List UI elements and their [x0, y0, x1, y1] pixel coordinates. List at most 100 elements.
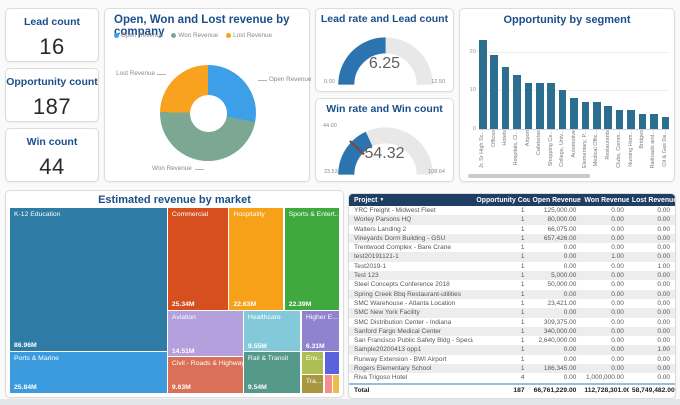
bar[interactable] — [547, 83, 555, 130]
table-row[interactable]: SMC Warehouse - Atlanta Location123,421.… — [349, 299, 675, 308]
table-cell: 0.00 — [581, 262, 629, 271]
lead-count-card[interactable]: Lead count 16 — [5, 8, 99, 62]
treemap-block[interactable]: Sports & Entert...22.39M — [285, 208, 339, 310]
treemap-block[interactable] — [325, 352, 339, 373]
treemap-block-value: 22.39M — [289, 301, 312, 308]
column-header[interactable]: Won Revenue — [581, 194, 629, 206]
table-cell: 2,640,000.00 — [530, 336, 582, 345]
treemap-block[interactable]: Higher E...6.31M — [302, 311, 339, 352]
table-row[interactable]: Runway Extension - BWI Airport10.000.000… — [349, 355, 675, 364]
bar-x-axis-labels: Jr, Sr High Sc...OfficesHotelsHospitals,… — [479, 130, 669, 175]
legend-item-lost-revenue[interactable]: Lost Revenue — [226, 32, 272, 39]
bar[interactable] — [559, 90, 567, 129]
treemap-block[interactable]: Ports & Marine25.84M — [10, 352, 167, 393]
table-row[interactable]: Rogers Elementary School1186,345.000.000… — [349, 364, 675, 373]
bar-chart-hscrollbar[interactable] — [468, 174, 590, 178]
bar[interactable] — [662, 117, 670, 129]
x-axis-label: Hotels — [502, 130, 509, 146]
treemap-block-value: 9.63M — [172, 384, 191, 391]
x-axis-label-cell: Elementary, P... — [582, 130, 590, 175]
table-cell: 0.00 — [581, 234, 629, 243]
table-cell: 1 — [473, 252, 529, 261]
opportunity-count-card[interactable]: Opportunity count 187 — [5, 68, 99, 122]
treemap-block[interactable]: Hospitality22.63M — [229, 208, 283, 310]
bars — [479, 36, 669, 129]
legend-item-open-revenue[interactable]: Open Revenue — [114, 32, 163, 39]
table-cell: 0.00 — [629, 225, 675, 234]
table-cell: 0.00 — [581, 243, 629, 252]
bar[interactable] — [582, 102, 590, 129]
powerbi-dashboard: Lead count 16 Opportunity count 187 Win … — [0, 0, 680, 405]
table-row[interactable]: Worley Parsons HQ180,000.000.000.00 — [349, 215, 675, 224]
table-cell: 1 — [473, 318, 529, 327]
bar[interactable] — [479, 40, 487, 129]
table-cell: 0.00 — [629, 327, 675, 336]
table-row[interactable]: Steel Concepts Conference 2018150,000.00… — [349, 280, 675, 289]
table-row[interactable]: San Francisco Public Safety Bldg - Speci… — [349, 336, 675, 345]
win-count-card[interactable]: Win count 44 — [5, 128, 99, 182]
table-row[interactable]: Sanford Fargo Medical Center1340,000.000… — [349, 327, 675, 336]
bar[interactable] — [616, 110, 624, 129]
bar[interactable] — [593, 102, 601, 129]
project-table-footer: Total18766,761,229.00112,728,301.0058,74… — [349, 384, 675, 395]
table-cell: 1 — [473, 308, 529, 317]
column-header[interactable]: Opportunity Count — [473, 194, 529, 206]
bar[interactable] — [570, 98, 578, 129]
x-axis-label: Hospitals, Cl... — [513, 130, 520, 165]
treemap-block[interactable]: Civil - Roads & Highway9.63M — [168, 357, 243, 393]
bar[interactable] — [525, 83, 533, 130]
table-cell: SMC Distribution Center - Indiana — [349, 318, 473, 327]
treemap-block[interactable]: Aviation14.51M — [168, 311, 243, 357]
column-header[interactable]: Lost Revenue — [629, 194, 675, 206]
donut-chart[interactable] — [160, 65, 256, 161]
treemap-block-value: 86.96M — [14, 342, 37, 349]
x-axis-label: Bridges — [639, 130, 646, 149]
table-cell: 309,375.00 — [530, 318, 582, 327]
table-row[interactable]: Walters Landing 2166,075.000.000.00 — [349, 225, 675, 234]
table-row[interactable]: Vineyards Dorm Building - GSU1657,426.00… — [349, 234, 675, 243]
treemap-block[interactable] — [333, 375, 339, 394]
table-row[interactable]: test20191121-110.001.000.00 — [349, 252, 675, 261]
bar[interactable] — [536, 83, 544, 130]
table-cell: 1.00 — [629, 262, 675, 271]
treemap-block[interactable] — [325, 375, 333, 394]
win-gauge-min: 23.53 — [324, 169, 338, 175]
table-row[interactable]: Riva Trigoso Hotel40.001,000,000.000.00 — [349, 373, 675, 383]
bar[interactable] — [627, 110, 635, 129]
treemap-block[interactable]: Env... — [302, 352, 323, 373]
table-cell: 0.00 — [530, 252, 582, 261]
bar[interactable] — [513, 75, 521, 129]
bar[interactable] — [490, 55, 498, 129]
treemap-block[interactable]: K-12 Education86.96M — [10, 208, 167, 351]
bar[interactable] — [650, 114, 658, 130]
table-row[interactable]: Spring Creek Bbq Restaurant-utilities10.… — [349, 290, 675, 299]
bar-plot-area: 01020 — [479, 36, 669, 129]
treemap-block[interactable]: Rail & Transit9.54M — [244, 352, 301, 393]
table-cell: 1.00 — [581, 252, 629, 261]
table-row[interactable]: Sample20200413 opp110.000.001.00 — [349, 345, 675, 354]
table-row[interactable]: YRC Freight - Midwest Fleet1125,000.000.… — [349, 206, 675, 215]
treemap-block[interactable]: Tra... — [302, 375, 323, 394]
table-row[interactable]: Test 12315,000.000.000.00 — [349, 271, 675, 280]
column-header[interactable]: Open Revenue — [530, 194, 582, 206]
table-cell: 657,426.00 — [530, 234, 582, 243]
legend-item-won-revenue[interactable]: Won Revenue — [171, 32, 218, 39]
table-cell: 0.00 — [629, 373, 675, 383]
table-row[interactable]: Trentwood Complex - Bare Crane10.000.000… — [349, 243, 675, 252]
table-row[interactable]: SMC Distribution Center - Indiana1309,37… — [349, 318, 675, 327]
table-row[interactable]: Test2019-110.000.001.00 — [349, 262, 675, 271]
column-header[interactable]: Project▼ — [349, 194, 473, 206]
x-axis-label-cell: Shopping Ce... — [547, 130, 555, 175]
treemap-block[interactable]: Healthcare9.55M — [244, 311, 301, 352]
treemap-block[interactable]: Commercial25.34M — [168, 208, 228, 310]
table-cell: 0.00 — [530, 290, 582, 299]
bar[interactable] — [502, 67, 510, 129]
bar[interactable] — [639, 114, 647, 130]
bar[interactable] — [604, 106, 612, 129]
table-row[interactable]: SMC New York Facility10.000.000.00 — [349, 308, 675, 317]
x-axis-label-cell: Restaurants — [604, 130, 612, 175]
table-cell: 4 — [473, 373, 529, 383]
opportunity-count-title: Opportunity count — [6, 76, 98, 88]
treemap-block-label: Healthcare — [248, 314, 301, 321]
table-cell: 0.00 — [629, 364, 675, 373]
